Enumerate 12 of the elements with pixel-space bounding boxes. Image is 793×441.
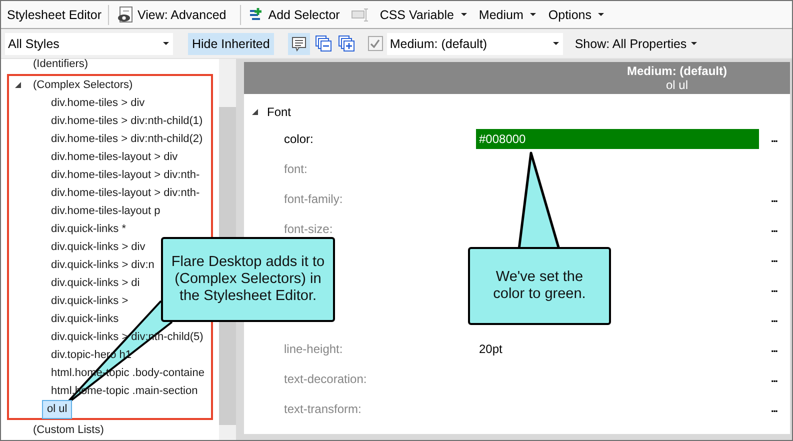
selector-name: ol ul bbox=[666, 78, 688, 92]
section-label: Font bbox=[267, 105, 292, 119]
property-name: line-height: bbox=[283, 342, 344, 356]
medium-title: Medium: (default) bbox=[627, 64, 727, 78]
property-name: text-decoration: bbox=[283, 372, 368, 386]
property-name: color: bbox=[283, 132, 314, 146]
callout-tooltip: Flare Desktop adds it to (Complex Selectors) in the Stylesheet Editor. bbox=[161, 237, 335, 322]
property-name: text-transform: bbox=[283, 402, 362, 416]
property-name: font: bbox=[283, 162, 308, 176]
panel-title: Stylesheet Editor bbox=[7, 8, 102, 22]
property-name: font-size: bbox=[283, 222, 334, 236]
property-name: font-family: bbox=[283, 192, 344, 206]
